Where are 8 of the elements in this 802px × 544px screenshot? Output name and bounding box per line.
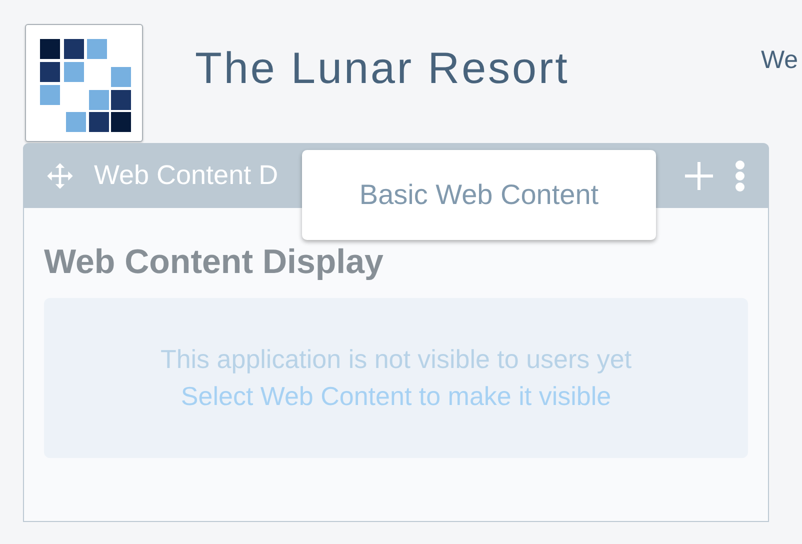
move-icon[interactable] xyxy=(46,162,74,190)
menu-item[interactable]: Basic Web Content xyxy=(359,179,599,211)
nav-link[interactable]: We xyxy=(760,46,798,75)
portlet-title: Web Content D xyxy=(94,160,280,191)
site-title: The Lunar Resort xyxy=(195,44,570,94)
portlet-heading: Web Content Display xyxy=(44,242,384,282)
kebab-menu-icon[interactable] xyxy=(735,160,745,192)
add-icon[interactable] xyxy=(683,160,715,192)
